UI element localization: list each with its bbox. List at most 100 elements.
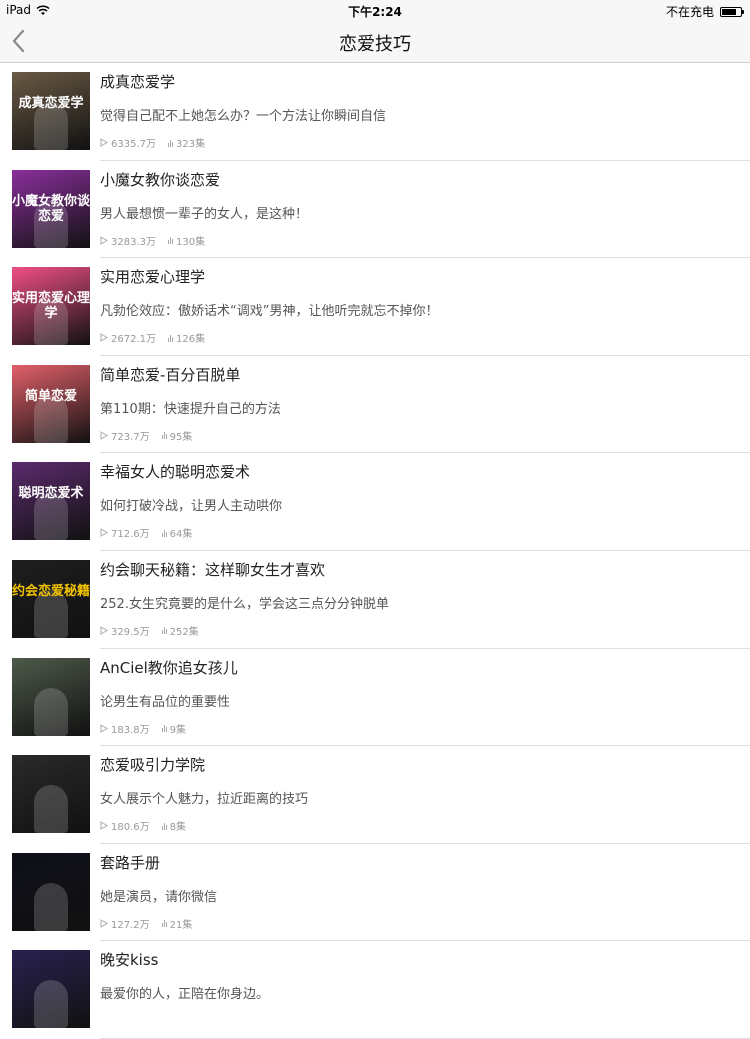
- episodes-icon: [168, 334, 173, 342]
- cover-text: 实用恋爱心理学: [12, 291, 90, 322]
- play-icon: [100, 138, 108, 147]
- episodes-icon: [161, 431, 167, 440]
- status-right: 不在充电: [665, 3, 744, 20]
- play-icon: [100, 918, 108, 928]
- album-meta: 3283.3万 130集: [100, 233, 205, 248]
- album-title[interactable]: 小魔女教你谈恋爱: [100, 169, 220, 190]
- navigation-bar: 恋爱技巧: [0, 20, 750, 63]
- status-time: 下午2:24: [348, 5, 402, 19]
- album-title[interactable]: 成真恋爱学: [100, 71, 175, 92]
- play-icon: [100, 723, 108, 733]
- album-meta: 183.8万 9集: [100, 721, 186, 736]
- album-description: 最爱你的人，正陪在你身边。: [100, 987, 270, 1003]
- play-icon: [100, 528, 108, 538]
- album-description: 第110期：快速提升自己的方法: [100, 401, 281, 417]
- list-item[interactable]: 简单恋爱 简单恋爱-百分百脱单 第110期：快速提升自己的方法 723.7万 9…: [0, 356, 750, 454]
- episodes-icon: [161, 919, 167, 928]
- episode-count: 64集: [169, 529, 193, 541]
- episodes-icon: [161, 529, 167, 537]
- episodes-icon: [161, 822, 167, 830]
- status-bar: iPad 下午2:24 不在充电: [0, 0, 750, 20]
- page-title: 恋爱技巧: [339, 34, 411, 55]
- album-cover[interactable]: 聪明恋爱术: [12, 462, 90, 541]
- album-title[interactable]: 套路手册: [100, 852, 160, 873]
- album-cover[interactable]: [12, 657, 90, 736]
- episode-count: 252集: [169, 626, 199, 638]
- album-cover[interactable]: [12, 755, 90, 834]
- album-meta: 712.6万 64集: [100, 525, 192, 540]
- album-cover[interactable]: [12, 852, 90, 931]
- cover-text: 简单恋爱: [24, 388, 77, 404]
- list-item[interactable]: AnCiel教你追女孩儿 论男生有品位的重要性 183.8万 9集: [0, 649, 750, 747]
- album-meta: 180.6万 8集: [100, 818, 186, 833]
- album-title[interactable]: 幸福女人的聪明恋爱术: [100, 461, 250, 482]
- play-icon: [100, 430, 108, 440]
- cover-figure: [34, 687, 68, 736]
- cover-text: 成真恋爱学: [18, 96, 84, 111]
- battery-icon: [720, 6, 744, 17]
- list-item[interactable]: 套路手册 她是演员，请你微信 127.2万 21集: [0, 844, 750, 942]
- episodes-icon: [168, 139, 173, 147]
- album-cover[interactable]: 实用恋爱心理学: [12, 267, 90, 346]
- list-item[interactable]: 晚安kiss 最爱你的人，正陪在你身边。: [0, 941, 750, 1039]
- play-count: 712.6万: [111, 529, 150, 541]
- list-item[interactable]: 成真恋爱学 成真恋爱学 觉得自己配不上她怎么办？一个方法让你瞬间自信 6335.…: [0, 63, 750, 161]
- play-count: 180.6万: [111, 822, 150, 834]
- album-description: 如何打破冷战，让男人主动哄你: [100, 499, 283, 515]
- album-meta: 6335.7万 323集: [100, 135, 205, 150]
- episode-count: 21集: [169, 919, 193, 931]
- album-title[interactable]: 晚安kiss: [100, 949, 158, 970]
- list-item[interactable]: 恋爱吸引力学院 女人展示个人魅力，拉近距离的技巧 180.6万 8集: [0, 746, 750, 844]
- album-title[interactable]: 恋爱吸引力学院: [100, 754, 205, 775]
- album-description: 男人最想惯一辈子的女人，是这种！: [100, 206, 309, 222]
- cover-text: 小魔女教你谈恋爱: [12, 193, 90, 224]
- episode-count: 9集: [169, 724, 187, 736]
- episode-count: 8集: [169, 822, 187, 834]
- album-description: 论男生有品位的重要性: [100, 694, 231, 710]
- play-count: 329.5万: [111, 626, 150, 638]
- play-count: 6335.7万: [111, 139, 156, 150]
- list-item[interactable]: 约会恋爱秘籍 约会聊天秘籍：这样聊女生才喜欢 252.女生究竟要的是什么，学会这…: [0, 551, 750, 649]
- episode-count: 323集: [176, 139, 206, 150]
- play-count: 127.2万: [111, 919, 150, 931]
- list-item[interactable]: 小魔女教你谈恋爱 小魔女教你谈恋爱 男人最想惯一辈子的女人，是这种！ 3283.…: [0, 161, 750, 259]
- episode-count: 130集: [176, 236, 206, 248]
- episode-count: 126集: [176, 334, 206, 346]
- album-title[interactable]: 实用恋爱心理学: [100, 266, 205, 287]
- cover-figure: [34, 785, 68, 834]
- episodes-icon: [168, 236, 173, 245]
- list-item[interactable]: 实用恋爱心理学 实用恋爱心理学 凡勃伦效应：傲娇话术“调戏”男神，让他听完就忘不…: [0, 258, 750, 356]
- album-description: 女人展示个人魅力，拉近距离的技巧: [100, 792, 309, 808]
- album-description: 252.女生究竟要的是什么，学会这三点分分钟脱单: [100, 596, 389, 612]
- album-cover[interactable]: 小魔女教你谈恋爱: [12, 169, 90, 248]
- list-item[interactable]: 聪明恋爱术 幸福女人的聪明恋爱术 如何打破冷战，让男人主动哄你 712.6万 6…: [0, 453, 750, 551]
- play-count: 723.7万: [111, 431, 150, 443]
- album-title[interactable]: 简单恋爱-百分百脱单: [100, 364, 240, 385]
- album-meta: 723.7万 95集: [100, 428, 192, 443]
- album-cover[interactable]: [12, 950, 90, 1029]
- album-cover[interactable]: 成真恋爱学: [12, 72, 90, 150]
- episode-count: 95集: [169, 431, 193, 443]
- album-description: 觉得自己配不上她怎么办？一个方法让你瞬间自信: [100, 109, 387, 124]
- album-title[interactable]: AnCiel教你追女孩儿: [100, 657, 238, 678]
- play-count: 3283.3万: [111, 236, 156, 248]
- cover-text: 约会恋爱秘籍: [12, 583, 90, 599]
- album-title[interactable]: 约会聊天秘籍：这样聊女生才喜欢: [100, 559, 325, 580]
- episodes-icon: [161, 724, 167, 733]
- play-count: 2672.1万: [111, 334, 156, 346]
- album-description: 凡勃伦效应：傲娇话术“调戏”男神，让他听完就忘不掉你！: [100, 304, 439, 320]
- cover-figure: [34, 980, 68, 1029]
- episodes-icon: [161, 626, 167, 635]
- play-count: 183.8万: [111, 724, 150, 736]
- album-meta: 2672.1万 126集: [100, 330, 205, 345]
- album-cover[interactable]: 简单恋爱: [12, 364, 90, 443]
- play-icon: [100, 235, 108, 245]
- cover-figure: [34, 882, 68, 931]
- album-cover[interactable]: 约会恋爱秘籍: [12, 559, 90, 638]
- charging-status: 不在充电: [665, 5, 714, 19]
- album-meta: 127.2万 21集: [100, 916, 192, 931]
- play-icon: [100, 821, 108, 831]
- album-list: 成真恋爱学 成真恋爱学 觉得自己配不上她怎么办？一个方法让你瞬间自信 6335.…: [0, 63, 750, 1039]
- play-icon: [100, 626, 108, 635]
- play-icon: [100, 333, 108, 343]
